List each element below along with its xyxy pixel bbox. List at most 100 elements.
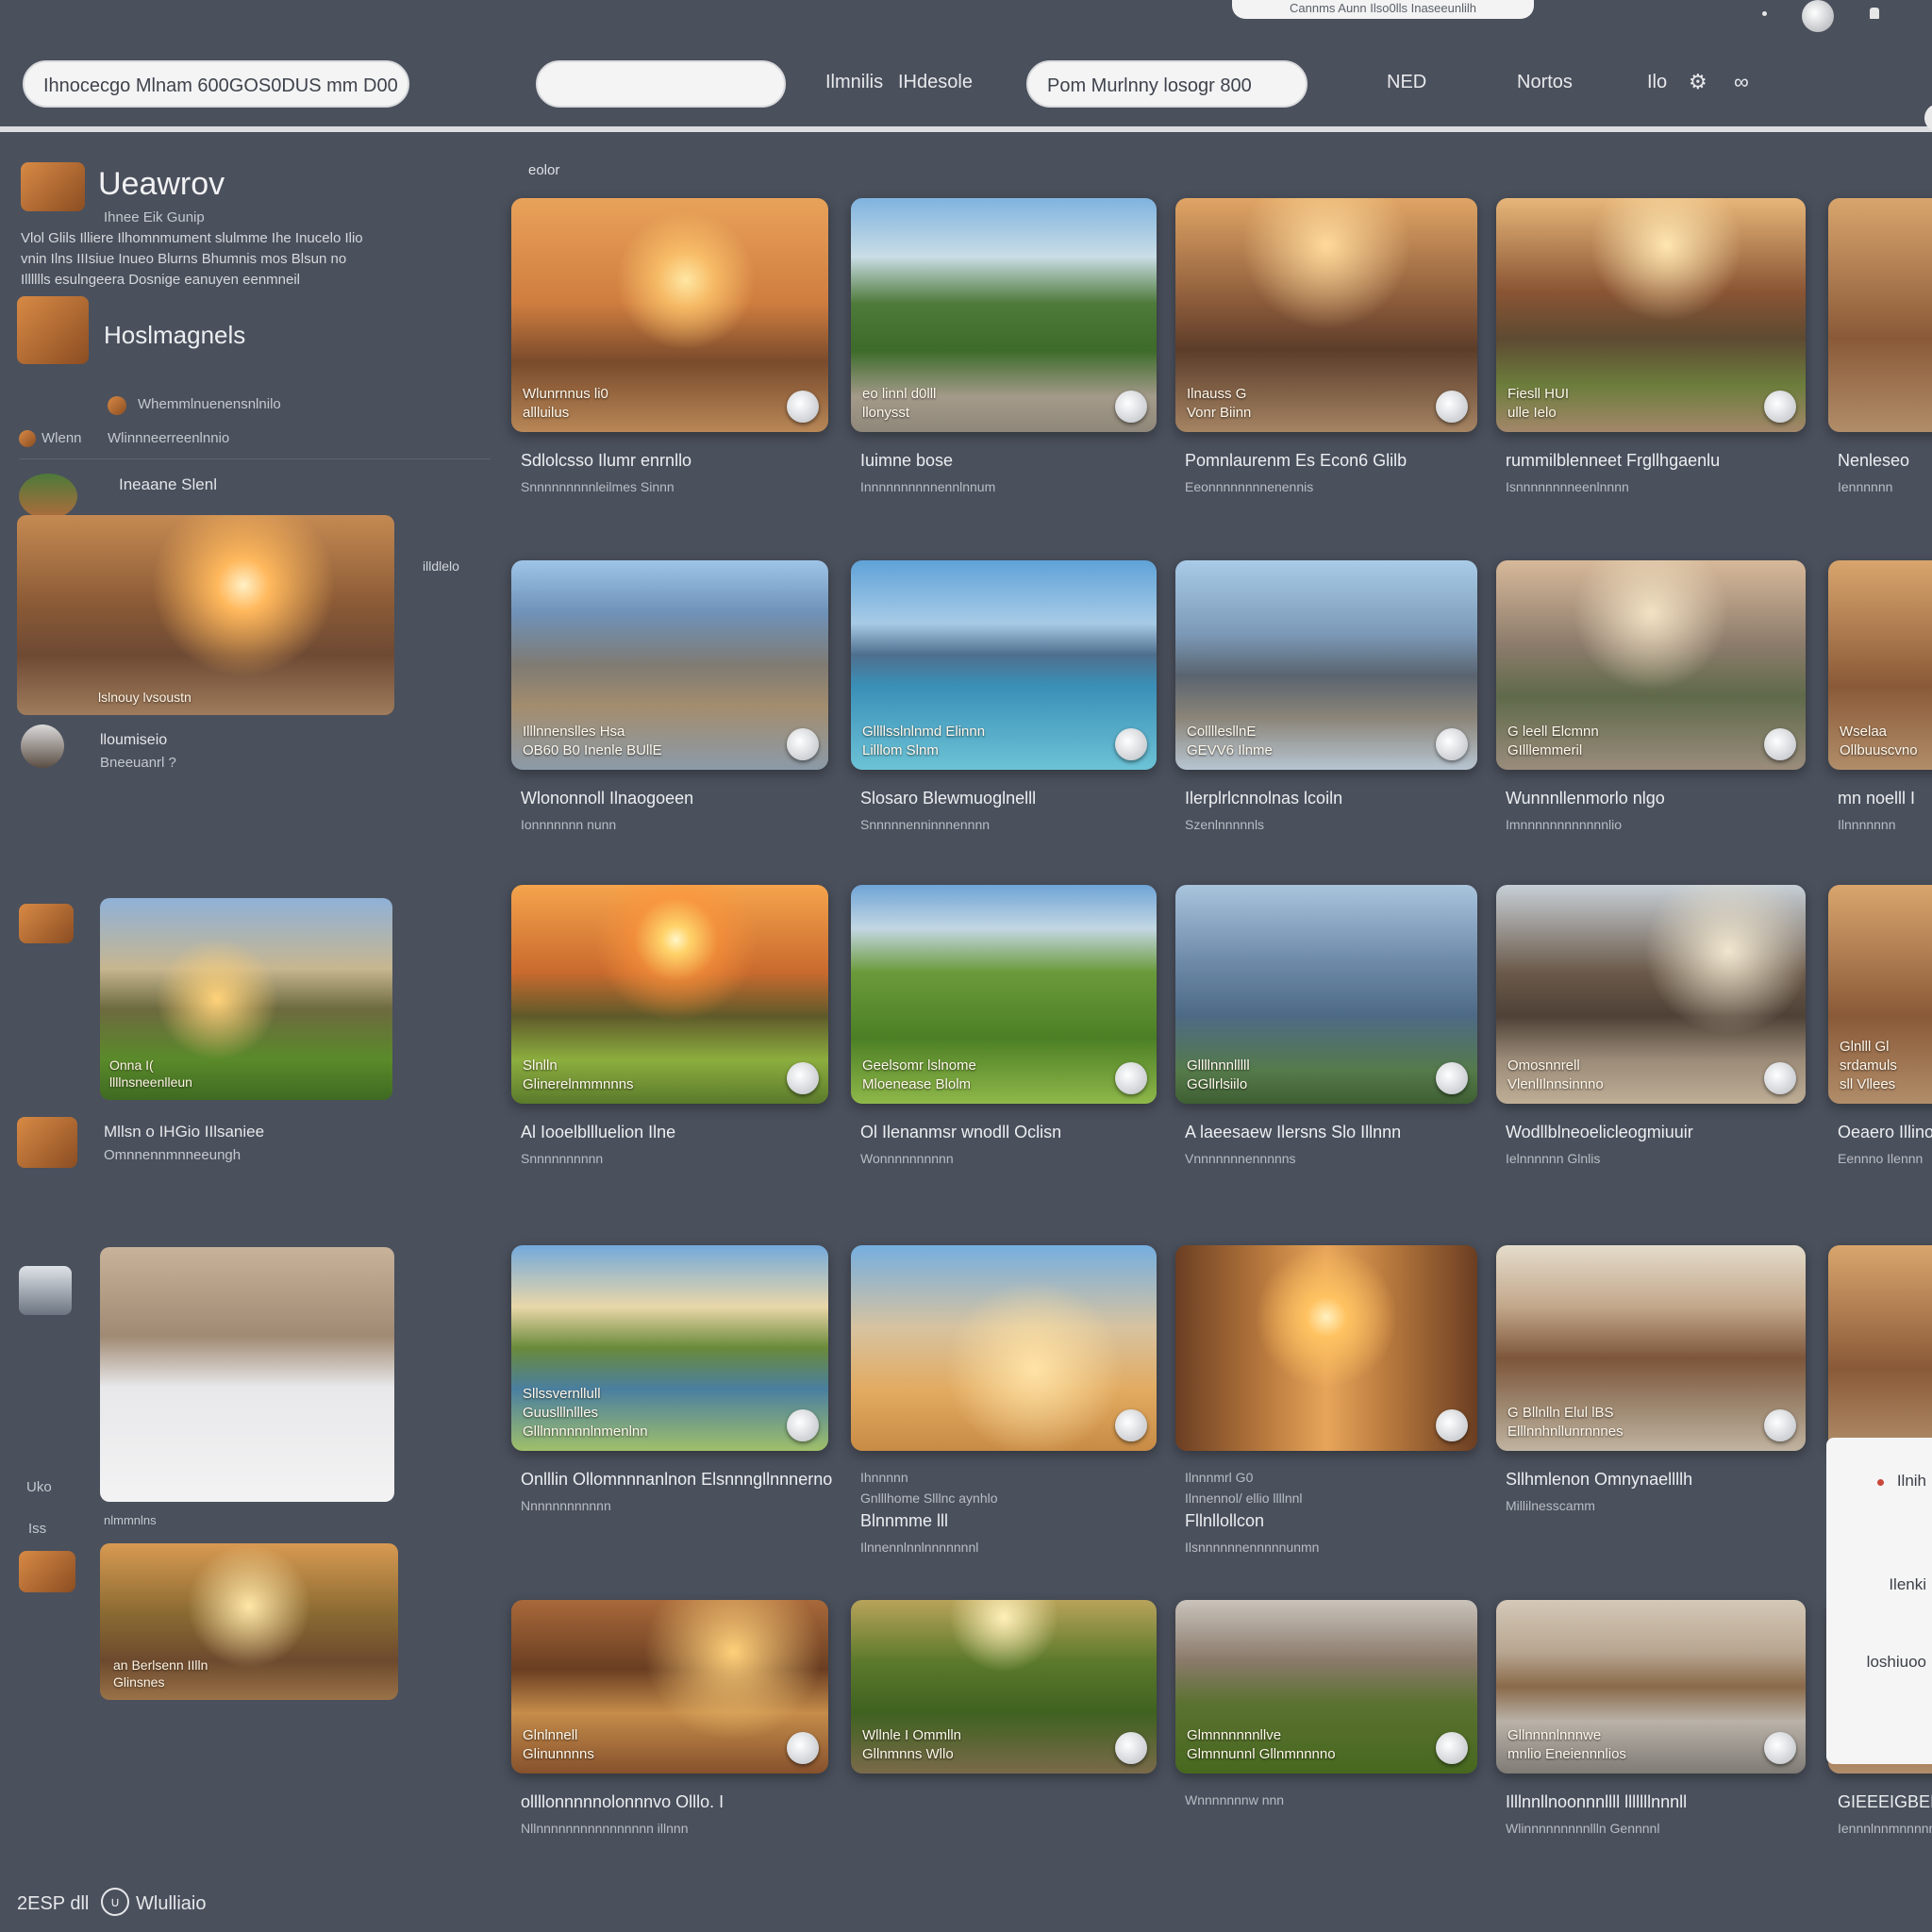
item2-thumbnail[interactable]: Onna I( llllnsneenlleun: [100, 898, 392, 1100]
gallery-card[interactable]: Wllnle I Ommlln Gllnmnns Wllo: [851, 1600, 1157, 1877]
gallery-card-image[interactable]: Gllnnnnlnnnwe mnlio Eneiennnlios: [1496, 1600, 1806, 1774]
play-icon[interactable]: [787, 1409, 819, 1441]
gallery-card-title[interactable]: mn noelll I: [1838, 789, 1915, 808]
play-icon[interactable]: [1436, 1062, 1468, 1094]
gallery-card-image[interactable]: Gllllnnnlllll GGllrlsiilo: [1175, 885, 1477, 1104]
search-input-secondary[interactable]: [536, 60, 786, 108]
nav-link-1[interactable]: Ilmnilis: [825, 72, 883, 93]
gallery-card[interactable]: Nenleseo Iennnnnn: [1828, 198, 1932, 536]
gallery-card[interactable]: Wlunrnnus li0 allluilus Sdlolcsso Ilumr en…: [511, 198, 828, 536]
gallery-card[interactable]: Geelsomr lslnome Mloenease Blolm Ol Ilenan…: [851, 885, 1157, 1208]
float-item-1[interactable]: Ilnih: [1897, 1472, 1926, 1491]
gallery-card-image[interactable]: G Bllnlln Elul lBS Elllnnhnllunrnnnes: [1496, 1245, 1806, 1451]
edge-menu-button[interactable]: [1924, 104, 1932, 132]
nav-link-4[interactable]: Nortos: [1517, 72, 1573, 93]
gallery-card-title[interactable]: Ilerplrlcnnolnas lcoiln: [1185, 789, 1342, 808]
play-icon[interactable]: [1115, 728, 1147, 760]
gallery-card-image[interactable]: Wllnle I Ommlln Gllnmnns Wllo: [851, 1600, 1157, 1774]
gallery-card-title[interactable]: Wodllblneoelicleogmiuuir: [1506, 1123, 1693, 1142]
gallery-card-image[interactable]: Glnlnnell Glinunnnns: [511, 1600, 828, 1774]
play-icon[interactable]: [1764, 1062, 1796, 1094]
item3-label[interactable]: Uko: [26, 1479, 52, 1495]
gallery-card-title[interactable]: Iuimne bose: [860, 451, 953, 471]
gallery-card-title[interactable]: Slosaro Blewmuoglnelll: [860, 789, 1036, 808]
play-icon[interactable]: [787, 1062, 819, 1094]
gallery-card-title[interactable]: Pomnlaurenm Es Econ6 Glilb: [1185, 451, 1407, 471]
item4-avatar[interactable]: [19, 1551, 75, 1592]
gallery-card-title[interactable]: Onlllin Ollomnnnanlnon Elsnnngllnnnerno: [521, 1470, 832, 1490]
item1-avatar[interactable]: [21, 724, 64, 768]
gallery-card-title[interactable]: Ol Ilenanmsr wnodll Oclisn: [860, 1123, 1061, 1142]
profile-avatar-large[interactable]: [21, 162, 85, 211]
gallery-card[interactable]: Ihnnnnn Gnlllhome Slllnc aynhlo Blnnmme ll…: [851, 1245, 1157, 1555]
gallery-card-image[interactable]: CollllesllnE GEVV6 Ilnme: [1175, 560, 1477, 770]
gallery-card-image[interactable]: Ilnauss G Vonr Biinn: [1175, 198, 1477, 432]
play-icon[interactable]: [787, 391, 819, 423]
play-icon[interactable]: [1764, 1409, 1796, 1441]
gallery-card-title[interactable]: A laeesaew Ilersns Slo Illnnn: [1185, 1123, 1401, 1142]
item4-label[interactable]: Iss: [28, 1521, 46, 1537]
gallery-card[interactable]: Glnlll Gl srdamuls sll Vllees Oeaero Illino…: [1828, 885, 1932, 1208]
gallery-card[interactable]: Ilnnnmrl G0 Ilnnennol/ ellio llllnnl Fllnl…: [1175, 1245, 1477, 1555]
float-item-2[interactable]: Ilenki: [1889, 1575, 1926, 1594]
profile-avatar[interactable]: [1802, 0, 1834, 32]
gallery-card-image[interactable]: Omosnnrell VlenlIlnnsinnno: [1496, 885, 1806, 1104]
gallery-card[interactable]: Gllllnnnlllll GGllrlsiilo A laeesaew Ilers…: [1175, 885, 1477, 1208]
feature-side-label[interactable]: illdlelo: [423, 558, 459, 574]
gallery-card[interactable]: Gllllsslnlnmd Elinnn Lilllom Slnm Slosaro …: [851, 560, 1157, 874]
gallery-card-image[interactable]: Glmnnnnnnllve Glmnnunnl Gllnmnnnno: [1175, 1600, 1477, 1774]
gallery-card-title[interactable]: GIEEEIGBEIO: [1838, 1792, 1932, 1812]
gallery-card-image[interactable]: [1828, 1245, 1932, 1451]
gallery-card[interactable]: Ilnauss G Vonr Biinn Pomnlaurenm Es Econ6 …: [1175, 198, 1477, 536]
gallery-card[interactable]: Gllnnnnlnnnwe mnlio Eneiennnlios Illlnnlln…: [1496, 1600, 1806, 1877]
item2-avatar[interactable]: [17, 1117, 77, 1168]
gallery-card[interactable]: Fiesll HUI ulle Ielo rummilblenneet Frgllh…: [1496, 198, 1806, 536]
feature-avatar[interactable]: [19, 474, 77, 519]
gear-icon[interactable]: ⚙: [1689, 70, 1707, 94]
gallery-card[interactable]: CollllesllnE GEVV6 Ilnme Ilerplrlcnnolnas …: [1175, 560, 1477, 874]
gallery-card-image[interactable]: eo linnl d0lll llonysst: [851, 198, 1157, 432]
search-input-filter[interactable]: Pom Murlnny losogr 800: [1026, 60, 1307, 108]
gallery-card-title[interactable]: Fllnllollcon: [1185, 1511, 1264, 1531]
gallery-card[interactable]: G Bllnlln Elul lBS Elllnnhnllunrnnnes Sllh…: [1496, 1245, 1806, 1555]
gallery-card-title[interactable]: ollllonnnnnolonnnvo Olllo. I: [521, 1792, 724, 1812]
item2-avatar-small[interactable]: [19, 904, 74, 943]
link-icon[interactable]: ∞: [1734, 70, 1749, 94]
meta-user[interactable]: Wlenn: [42, 430, 82, 446]
gallery-card-image[interactable]: [1175, 1245, 1477, 1451]
play-icon[interactable]: [1764, 728, 1796, 760]
gallery-card-image[interactable]: Gllllsslnlnmd Elinnn Lilllom Slnm: [851, 560, 1157, 770]
gallery-card-image[interactable]: Wselaa Ollbuuscvno: [1828, 560, 1932, 770]
gallery-card-image[interactable]: Fiesll HUI ulle Ielo: [1496, 198, 1806, 432]
gallery-card-title[interactable]: Sllhmlenon Omnynaellllh: [1506, 1470, 1692, 1490]
gallery-card[interactable]: Wselaa Ollbuuscvno mn noelll I Ilnnnnnnn: [1828, 560, 1932, 874]
play-icon[interactable]: [1115, 391, 1147, 423]
play-icon[interactable]: [1436, 1732, 1468, 1764]
play-icon[interactable]: [1115, 1409, 1147, 1441]
item3-thumbnail[interactable]: [100, 1247, 394, 1502]
gallery-card-image[interactable]: [851, 1245, 1157, 1451]
float-item-3[interactable]: loshiuoo: [1867, 1653, 1926, 1672]
gallery-card[interactable]: Glmnnnnnnllve Glmnnunnl Gllnmnnnno Wnnnnnn…: [1175, 1600, 1477, 1877]
gallery-card-title[interactable]: Wunnnllenmorlo nlgo: [1506, 789, 1665, 808]
gallery-card-image[interactable]: Slnlln Glinerelnmmnnns: [511, 885, 828, 1104]
gallery-card-title[interactable]: Blnnmme lll: [860, 1511, 948, 1531]
gallery-card-image[interactable]: Geelsomr lslnome Mloenease Blolm: [851, 885, 1157, 1104]
gallery-card-title[interactable]: Illlnnllnoonnnllll lllllllnnnll: [1506, 1792, 1687, 1812]
play-icon[interactable]: [1436, 391, 1468, 423]
gallery-card[interactable]: Omosnnrell VlenlIlnnsinnno Wodllblneoelicl…: [1496, 885, 1806, 1208]
gallery-card-image[interactable]: Wlunrnnus li0 allluilus: [511, 198, 828, 432]
play-icon[interactable]: [1764, 1732, 1796, 1764]
play-icon[interactable]: [787, 1732, 819, 1764]
footer-right-text[interactable]: Wlulliaio: [136, 1893, 206, 1915]
play-icon[interactable]: [1115, 1062, 1147, 1094]
gallery-card[interactable]: G leell Elcmnn GIlllemmeril Wunnnllenmorlo…: [1496, 560, 1806, 874]
footer-logo-icon[interactable]: ∪: [101, 1888, 129, 1916]
gallery-card-title[interactable]: rummilblenneet Frgllhgaenlu: [1506, 451, 1720, 471]
gallery-card-image[interactable]: Illlnnenslles Hsa OB60 B0 Inenle BUllE: [511, 560, 828, 770]
gallery-card-title[interactable]: Al Iooelbllluelion Ilne: [521, 1123, 675, 1142]
gallery-card-title[interactable]: Sdlolcsso Ilumr enrnllo: [521, 451, 691, 471]
item3-avatar[interactable]: [19, 1266, 72, 1315]
play-icon[interactable]: [1436, 1409, 1468, 1441]
gallery-card[interactable]: Illlnnenslles Hsa OB60 B0 Inenle BUllE Wlo…: [511, 560, 828, 874]
